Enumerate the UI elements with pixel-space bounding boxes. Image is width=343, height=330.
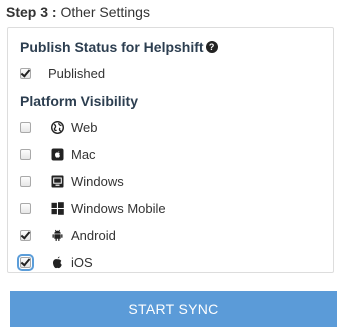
android-checkbox[interactable]	[20, 229, 31, 241]
step-name: Other Settings	[60, 4, 150, 20]
published-checkbox[interactable]	[20, 67, 31, 79]
step-label: Step 3 :	[6, 4, 57, 20]
platform-option-android[interactable]: Android	[20, 226, 116, 244]
platform-visibility-heading-text: Platform Visibility	[20, 93, 138, 109]
platform-option-windows-mobile[interactable]: Windows Mobile	[20, 199, 166, 217]
web-checkbox[interactable]	[20, 121, 31, 133]
question-circle-icon[interactable]: ?	[205, 41, 218, 53]
web-label: Web	[71, 119, 98, 135]
mac-checkbox[interactable]	[20, 148, 31, 160]
android-label: Android	[71, 227, 116, 243]
windows-checkbox[interactable]	[20, 175, 31, 187]
platform-option-ios[interactable]: iOS	[17, 253, 93, 271]
mac-icon	[51, 148, 64, 161]
mac-label: Mac	[71, 146, 96, 162]
publish-status-heading-text: Publish Status for Helpshift	[20, 39, 204, 55]
published-option[interactable]: Published	[20, 64, 105, 82]
published-label: Published	[48, 65, 106, 81]
windows-mobile-icon	[51, 201, 64, 215]
apple-icon	[51, 256, 64, 269]
ios-label: iOS	[71, 254, 93, 270]
windows-label: Windows	[71, 173, 124, 189]
ios-checkbox[interactable]	[17, 253, 34, 271]
platform-option-windows[interactable]: Windows	[20, 172, 124, 190]
platform-option-web[interactable]: Web	[20, 118, 98, 136]
android-icon	[51, 229, 64, 242]
platform-option-mac[interactable]: Mac	[20, 145, 96, 163]
windows-icon	[51, 175, 64, 188]
start-sync-button[interactable]: START SYNC	[10, 291, 337, 327]
globe-icon	[51, 120, 64, 134]
publish-status-heading: Publish Status for Helpshift ?	[20, 38, 218, 56]
windows-mobile-label: Windows Mobile	[71, 200, 166, 216]
platform-visibility-heading: Platform Visibility	[20, 92, 138, 110]
windows-mobile-checkbox[interactable]	[20, 202, 31, 214]
step-title: Step 3 : Other Settings	[6, 3, 150, 21]
